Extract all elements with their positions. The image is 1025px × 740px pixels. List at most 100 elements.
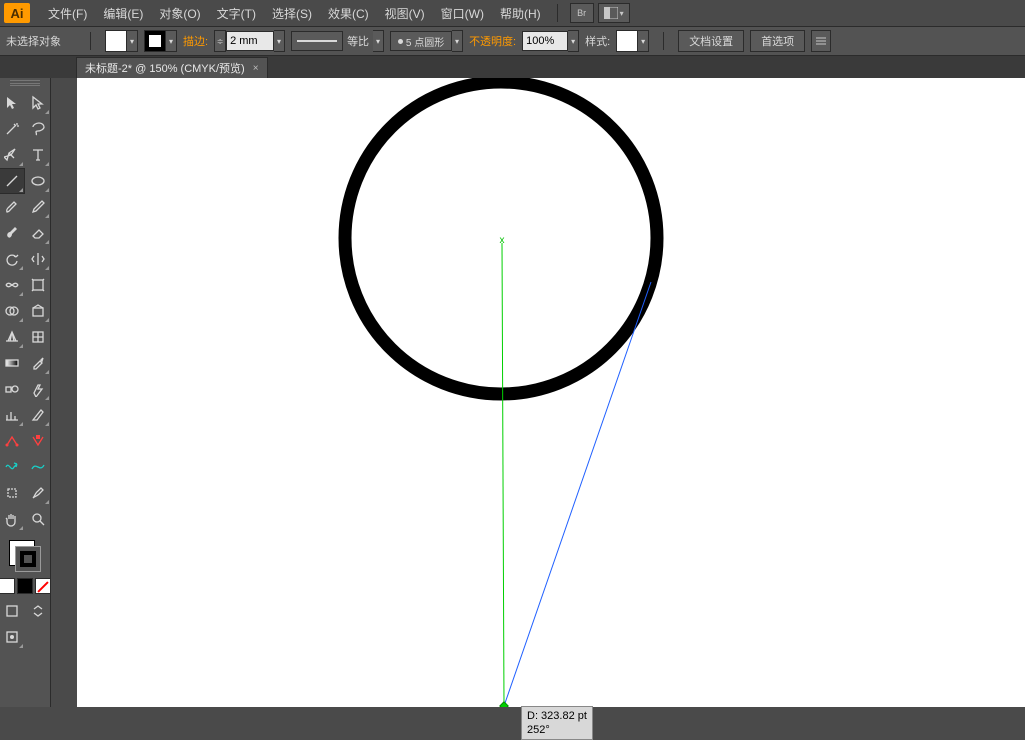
stroke-profile-preview[interactable]: [291, 31, 343, 51]
paintbrush-tool[interactable]: [0, 194, 25, 220]
stroke-swatch[interactable]: [144, 30, 166, 52]
perspective-grid-tool[interactable]: [0, 324, 25, 350]
style-swatch-group[interactable]: ▾: [616, 30, 649, 52]
preferences-button[interactable]: 首选项: [750, 30, 805, 52]
menu-view[interactable]: 视图(V): [377, 0, 433, 26]
opacity-dropdown[interactable]: ▾: [568, 30, 579, 52]
menu-object[interactable]: 对象(O): [151, 0, 208, 26]
slice-tool[interactable]: [25, 402, 51, 428]
style-swatch[interactable]: [616, 30, 638, 52]
svg-text:x: x: [500, 235, 505, 246]
symbol-sprayer-tool[interactable]: [25, 376, 51, 402]
teal-curve-tool[interactable]: [25, 454, 51, 480]
bridge-label: Br: [577, 8, 586, 18]
document-setup-button[interactable]: 文档设置: [678, 30, 744, 52]
panel-menu-button[interactable]: [811, 30, 831, 52]
color-mode-solid[interactable]: [0, 578, 15, 594]
style-label: 样式:: [585, 33, 610, 49]
stroke-weight-input[interactable]: [226, 31, 274, 51]
brush-label: 5 点圆形: [406, 34, 444, 49]
eyedropper-tool[interactable]: [25, 350, 51, 376]
brush-definition-group[interactable]: 5 点圆形 ▾: [390, 30, 463, 52]
chevron-down-icon: ▾: [620, 9, 624, 18]
eraser-tool[interactable]: [25, 220, 51, 246]
menu-effect[interactable]: 效果(C): [320, 0, 377, 26]
stroke-label: 描边:: [183, 33, 208, 49]
stroke-profile-group[interactable]: 等比 ▾: [291, 30, 384, 52]
color-mode-row: [0, 578, 51, 594]
style-dropdown[interactable]: ▾: [638, 30, 649, 52]
pen-tool[interactable]: [0, 142, 25, 168]
width-tool[interactable]: [0, 272, 25, 298]
selection-tool[interactable]: [0, 90, 25, 116]
column-graph-tool[interactable]: [0, 402, 25, 428]
brush-preview[interactable]: 5 点圆形: [390, 31, 452, 51]
menu-type[interactable]: 文字(T): [209, 0, 264, 26]
stroke-box[interactable]: [15, 546, 41, 572]
bridge-button[interactable]: Br: [570, 3, 594, 23]
shape-builder-tool[interactable]: [0, 298, 25, 324]
fill-stroke-control[interactable]: [7, 538, 43, 574]
separator: [663, 32, 664, 50]
reflect-tool[interactable]: [25, 246, 51, 272]
canvas-gutter: [51, 78, 77, 707]
arrange-documents-button[interactable]: ▾: [598, 3, 630, 23]
close-tab-button[interactable]: ×: [253, 63, 259, 74]
tab-spacer: [0, 56, 76, 78]
blend-tool[interactable]: [0, 376, 25, 402]
live-paint-bucket-tool[interactable]: [25, 298, 51, 324]
fill-swatch[interactable]: [105, 30, 127, 52]
lasso-tool[interactable]: [25, 116, 51, 142]
direct-selection-tool[interactable]: [25, 90, 51, 116]
screen-mode-normal[interactable]: [0, 598, 25, 624]
fill-dropdown[interactable]: ▾: [127, 30, 138, 52]
options-bar: 未选择对象 ▾ ▾ 描边: ≑ ▾ 等比 ▾ 5 点圆形 ▾ 不透明度: ▾ 样…: [0, 27, 1025, 56]
type-tool[interactable]: [25, 142, 51, 168]
menu-help[interactable]: 帮助(H): [492, 0, 549, 26]
rotate-tool[interactable]: [0, 246, 25, 272]
color-mode-none[interactable]: [35, 578, 51, 594]
artboard-tool[interactable]: [0, 480, 25, 506]
document-tab[interactable]: 未标题-2* @ 150% (CMYK/预览) ×: [76, 57, 268, 78]
magic-wand-tool[interactable]: [0, 116, 25, 142]
zoom-tool[interactable]: [25, 506, 51, 532]
opacity-input[interactable]: [522, 31, 568, 51]
stroke-weight-dropdown[interactable]: ▾: [274, 30, 285, 52]
screen-mode-switch[interactable]: [25, 598, 51, 624]
tooltip-angle: 252°: [527, 723, 587, 737]
ellipse-tool[interactable]: [25, 168, 51, 194]
stroke-swatch-group[interactable]: ▾: [144, 30, 177, 52]
anchor-red-tool[interactable]: [0, 428, 25, 454]
menu-file[interactable]: 文件(F): [40, 0, 95, 26]
pencil-tool[interactable]: [25, 194, 51, 220]
stroke-weight-field[interactable]: ≑ ▾: [214, 30, 285, 52]
stroke-profile-label: 等比: [343, 33, 373, 49]
menu-select[interactable]: 选择(S): [264, 0, 320, 26]
edit-inside-tool[interactable]: [0, 624, 25, 650]
brush-dropdown[interactable]: ▾: [452, 30, 463, 52]
stroke-dropdown[interactable]: ▾: [166, 30, 177, 52]
menu-window[interactable]: 窗口(W): [433, 0, 492, 26]
stroke-weight-stepper[interactable]: ≑: [214, 30, 226, 52]
teal-wave-tool[interactable]: [0, 454, 25, 480]
arrange-icon: [604, 7, 618, 19]
canvas-area: x D: 323.82 pt 252°: [51, 78, 1025, 707]
artboard[interactable]: x D: 323.82 pt 252°: [77, 78, 1025, 707]
gradient-tool[interactable]: [0, 350, 25, 376]
blob-brush-tool[interactable]: [0, 220, 25, 246]
mesh-tool[interactable]: [25, 324, 51, 350]
menu-edit[interactable]: 编辑(E): [95, 0, 151, 26]
hand-tool[interactable]: [0, 506, 25, 532]
app-logo: Ai: [4, 3, 30, 23]
selection-status: 未选择对象: [6, 33, 76, 49]
toolbox-grip[interactable]: [10, 80, 40, 86]
tooltip-distance: D: 323.82 pt: [527, 709, 587, 723]
free-transform-tool[interactable]: [25, 272, 51, 298]
opacity-field[interactable]: ▾: [522, 30, 579, 52]
anchor-red-tool-2[interactable]: [25, 428, 51, 454]
line-segment-tool[interactable]: [0, 168, 25, 194]
stroke-profile-dropdown[interactable]: ▾: [373, 30, 384, 52]
color-mode-gradient[interactable]: [17, 578, 33, 594]
knife-tool[interactable]: [25, 480, 51, 506]
fill-swatch-group[interactable]: ▾: [105, 30, 138, 52]
